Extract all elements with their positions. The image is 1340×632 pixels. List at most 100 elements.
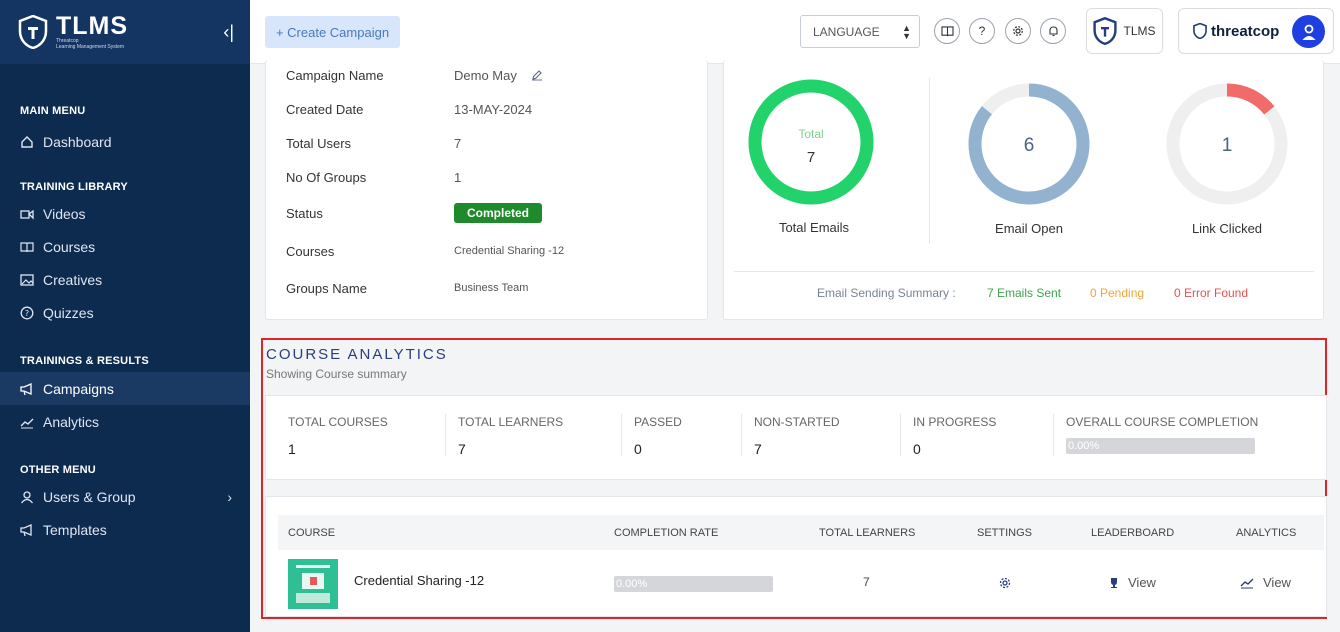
sidebar-item-campaigns[interactable]: Campaigns xyxy=(0,372,250,405)
course-table: COURSE COMPLETION RATE TOTAL LEARNERS SE… xyxy=(265,496,1327,617)
stat-label: PASSED xyxy=(634,415,682,429)
donut-link-clicked: 1 xyxy=(1166,83,1288,205)
sidebar-item-label: Videos xyxy=(43,205,86,222)
totals-summary: TOTAL COURSES 1 TOTAL LEARNERS 7 PASSED … xyxy=(265,395,1327,480)
stat-value: 0 xyxy=(634,441,642,457)
sidebar-item-label: Campaigns xyxy=(43,380,114,397)
analytics-view-link[interactable]: View xyxy=(1240,575,1291,590)
book-icon xyxy=(20,241,34,252)
course-name-link[interactable]: Credential Sharing -12 xyxy=(354,573,484,588)
language-select-value: LANGUAGE xyxy=(813,24,880,39)
brand-name: TLMS xyxy=(56,12,129,40)
brand-sub2: Learning Management System xyxy=(56,44,125,50)
status-badge: Completed xyxy=(454,203,543,223)
help-icon[interactable]: ? xyxy=(969,18,995,44)
org-profile-button[interactable]: threatcop xyxy=(1178,8,1334,54)
emails-sent-link[interactable]: 7 Emails Sent xyxy=(987,286,1061,300)
leaderboard-view-link[interactable]: View xyxy=(1108,575,1156,590)
sidebar-item-quizzes[interactable]: ? Quizzes xyxy=(0,296,250,329)
home-icon xyxy=(21,135,33,148)
org-name: threatcop xyxy=(1211,22,1280,40)
summary-label: Email Sending Summary : xyxy=(817,286,956,300)
stat-value: 1 xyxy=(288,441,296,457)
tlms-switch-button[interactable]: TLMS xyxy=(1086,8,1163,54)
groups-count-label: No Of Groups xyxy=(286,170,367,185)
created-date-value: 13-MAY-2024 xyxy=(454,102,533,117)
col-total-learners: TOTAL LEARNERS xyxy=(819,527,916,539)
groups-count-value: 1 xyxy=(454,170,462,185)
sidebar: TLMS Threatcop Learning Management Syste… xyxy=(0,0,250,632)
menu-section-main: MAIN MENU xyxy=(20,105,86,117)
courses-label: Courses xyxy=(286,244,335,259)
gear-icon[interactable] xyxy=(1005,18,1031,44)
sidebar-item-dashboard[interactable]: Dashboard xyxy=(0,125,250,158)
sidebar-item-users-group[interactable]: Users & Group › xyxy=(0,480,250,513)
learners-count: 7 xyxy=(863,575,870,589)
edit-icon[interactable] xyxy=(531,69,543,81)
donut-total-emails: Total 7 xyxy=(748,79,874,205)
stat-value: 0 xyxy=(913,441,921,457)
menu-section-other: OTHER MENU xyxy=(20,464,96,476)
stat-label: TOTAL COURSES xyxy=(288,415,388,429)
groups-name-value: Business Team xyxy=(454,282,529,294)
col-course: COURSE xyxy=(288,527,336,539)
divider xyxy=(741,414,742,456)
col-leaderboard: LEADERBOARD xyxy=(1091,527,1175,539)
total-users-value: 7 xyxy=(454,136,462,151)
bell-icon[interactable] xyxy=(1040,18,1066,44)
sidebar-item-courses[interactable]: Courses xyxy=(0,230,250,263)
section-title: COURSE ANALYTICS xyxy=(266,346,448,363)
total-users-label: Total Users xyxy=(286,136,352,151)
stat-value: 7 xyxy=(754,441,762,457)
chevron-right-icon[interactable]: › xyxy=(227,489,232,505)
view-label: View xyxy=(1128,575,1156,590)
divider xyxy=(734,271,1314,272)
sidebar-item-templates[interactable]: Templates xyxy=(0,513,250,546)
book-icon[interactable] xyxy=(934,18,960,44)
collapse-sidebar-icon[interactable]: ‹| xyxy=(223,22,234,43)
threatcop-logo-icon xyxy=(1193,23,1207,39)
divider xyxy=(929,78,930,244)
sidebar-item-label: Dashboard xyxy=(43,133,112,150)
shield-logo-icon xyxy=(1093,17,1118,45)
sidebar-item-label: Users & Group xyxy=(43,488,136,505)
donut-inner-label: Total xyxy=(798,127,823,141)
avatar[interactable] xyxy=(1292,15,1325,48)
donut-value: 6 xyxy=(1024,135,1035,156)
create-campaign-button[interactable]: + Create Campaign xyxy=(265,16,400,48)
brand[interactable]: TLMS Threatcop Learning Management Syste… xyxy=(0,0,250,64)
sidebar-item-videos[interactable]: Videos xyxy=(0,197,250,230)
campaign-name-label: Campaign Name xyxy=(286,68,384,83)
course-analytics-section: COURSE ANALYTICS Showing Course summary … xyxy=(261,338,1327,619)
divider xyxy=(445,414,446,456)
trophy-icon xyxy=(1111,577,1117,588)
course-thumbnail[interactable] xyxy=(288,559,338,609)
sidebar-item-creatives[interactable]: Creatives xyxy=(0,263,250,296)
donut-email-open: 6 xyxy=(968,83,1090,205)
status-label: Status xyxy=(286,206,323,221)
total-emails-label: Total Emails xyxy=(778,220,850,235)
shield-logo-icon xyxy=(18,15,48,49)
tlms-label: TLMS xyxy=(1123,24,1156,38)
megaphone-icon xyxy=(20,382,32,395)
sidebar-item-label: Analytics xyxy=(43,413,100,430)
sidebar-item-analytics[interactable]: Analytics xyxy=(0,405,250,438)
video-icon xyxy=(20,209,34,220)
overall-completion-bar: 0.00% xyxy=(1066,438,1255,454)
created-date-label: Created Date xyxy=(286,102,364,117)
error-found-link[interactable]: 0 Error Found xyxy=(1174,286,1248,300)
stat-label: NON-STARTED xyxy=(754,415,840,429)
sidebar-item-label: Courses xyxy=(43,238,96,255)
language-select[interactable]: LANGUAGE ▲ ▼ xyxy=(800,15,920,48)
pending-link[interactable]: 0 Pending xyxy=(1090,286,1144,300)
donut-arc xyxy=(748,79,874,205)
user-icon xyxy=(20,490,34,503)
gear-icon[interactable] xyxy=(999,577,1011,589)
email-open-label: Email Open xyxy=(995,221,1063,236)
trend-icon xyxy=(20,418,34,428)
menu-section-trainings-results: TRAININGS & RESULTS xyxy=(20,355,149,367)
divider xyxy=(621,414,622,456)
stat-label: OVERALL COURSE COMPLETION xyxy=(1066,415,1259,429)
courses-value: Credential Sharing -12 xyxy=(454,245,565,257)
stat-label: TOTAL LEARNERS xyxy=(458,415,564,429)
